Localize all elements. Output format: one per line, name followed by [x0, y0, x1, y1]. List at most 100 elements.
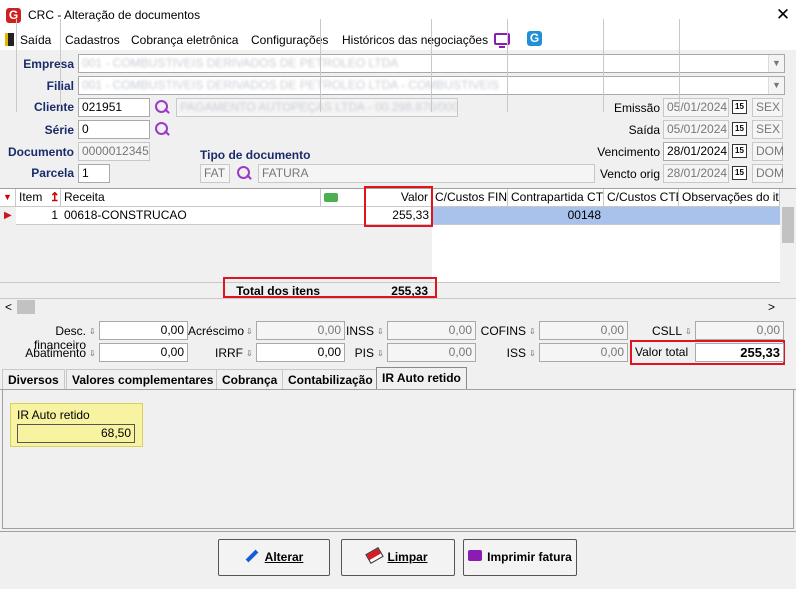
- cell-ccfin[interactable]: [432, 207, 508, 224]
- parcela-input[interactable]: 1: [78, 164, 110, 183]
- cell-receita[interactable]: 00618-CONSTRUCAO: [61, 207, 321, 224]
- tab-ir-auto-retido[interactable]: IR Auto retido: [376, 367, 467, 390]
- menu-configuracoes[interactable]: Configurações: [251, 33, 328, 47]
- arrow-down-icon: ⇩: [685, 327, 692, 336]
- documento-field: 0000012345: [78, 142, 150, 161]
- cliente-code-input[interactable]: 021951: [78, 98, 150, 117]
- arrow-down-icon: ⇩: [377, 349, 384, 358]
- iss-field: 0,00: [539, 343, 628, 362]
- search-icon[interactable]: [236, 165, 252, 181]
- chevron-down-icon[interactable]: ▼: [768, 55, 784, 72]
- parcela-label: Parcela: [31, 166, 74, 180]
- cell-ccctb[interactable]: [604, 207, 679, 224]
- header-item[interactable]: Item ↥: [16, 189, 61, 207]
- arrow-down-icon: ⇩: [377, 327, 384, 336]
- grid-hscrollbar[interactable]: [0, 298, 796, 316]
- ir-auto-retido-label: IR Auto retido: [17, 408, 90, 422]
- ir-auto-retido-input[interactable]: 68,50: [17, 424, 135, 443]
- arrow-down-icon: ⇩: [246, 349, 253, 358]
- hscroll-thumb[interactable]: [17, 300, 35, 314]
- highlight-valor: [364, 186, 433, 227]
- grid-line: [431, 19, 432, 112]
- cliente-label: Cliente: [33, 100, 74, 114]
- empresa-value: 001 - COMBUSTIVEIS DERIVADOS DE PETROLEO…: [82, 56, 399, 70]
- header-item-label: Item: [19, 190, 43, 204]
- grid-line: [679, 19, 680, 112]
- grid-vscrollbar[interactable]: [780, 189, 796, 300]
- pencil-icon: [245, 549, 259, 563]
- sort-up-icon: ↥: [49, 190, 60, 204]
- emissao-label: Emissão: [613, 101, 660, 115]
- saida-field: 05/01/2024: [663, 120, 729, 139]
- g-app-icon[interactable]: G: [527, 31, 542, 46]
- header-ccctb[interactable]: C/Custos CTB: [604, 189, 679, 207]
- imprimir-fatura-label: Imprimir fatura: [487, 550, 572, 564]
- grid-line: [603, 19, 604, 112]
- cofins-field: 0,00: [539, 321, 628, 340]
- abatimento-input[interactable]: 0,00: [99, 343, 188, 362]
- empresa-label: Empresa: [23, 57, 74, 71]
- chevron-down-icon[interactable]: ▼: [768, 77, 784, 94]
- menu-saida[interactable]: Saída: [20, 33, 51, 47]
- calendar-icon[interactable]: 15: [732, 144, 747, 158]
- search-icon[interactable]: [154, 99, 170, 115]
- desc-financeiro-input[interactable]: 0,00: [99, 321, 188, 340]
- csll-field: 0,00: [695, 321, 784, 340]
- tab-valores-complementares[interactable]: Valores complementares: [66, 369, 220, 390]
- serie-input[interactable]: 0: [78, 120, 150, 139]
- calendar-icon[interactable]: 15: [732, 166, 747, 180]
- arrow-down-icon: ⇩: [89, 349, 96, 358]
- app-logo-icon: G: [6, 8, 21, 23]
- arrow-down-icon: ⇩: [246, 327, 253, 336]
- saida-day: SEX: [752, 120, 783, 139]
- vencto-orig-day: DOM: [752, 164, 784, 183]
- eraser-icon: [365, 547, 385, 565]
- vencto-orig-label: Vencto orig: [599, 167, 660, 181]
- irrf-input[interactable]: 0,00: [256, 343, 345, 362]
- acrescimo-label: Acréscimo: [188, 324, 245, 338]
- tab-cobranca[interactable]: Cobrança: [216, 369, 284, 390]
- tab-diversos[interactable]: Diversos: [2, 369, 65, 390]
- arrow-down-icon: ⇩: [529, 349, 536, 358]
- menu-cadastros[interactable]: Cadastros: [65, 33, 120, 47]
- pis-label: PIS: [354, 346, 374, 360]
- scroll-right-icon[interactable]: >: [768, 300, 775, 314]
- imprimir-fatura-button[interactable]: Imprimir fatura: [463, 539, 577, 576]
- tipo-documento-name: FATURA: [258, 164, 595, 183]
- grid-empty-area: [16, 224, 432, 282]
- sort-down-icon[interactable]: ▼: [0, 189, 16, 207]
- cliente-name-field: PAGAMENTO AUTOPEÇAS LTDA - 00.298.870/00…: [176, 98, 458, 117]
- search-icon[interactable]: [154, 121, 170, 137]
- acrescimo-field: 0,00: [256, 321, 345, 340]
- tipo-documento-code: FAT: [200, 164, 230, 183]
- cell-item[interactable]: 1: [16, 207, 61, 224]
- calendar-icon[interactable]: 15: [732, 122, 747, 136]
- arrow-down-icon: ⇩: [529, 327, 536, 336]
- cliente-name-value: PAGAMENTO AUTOPEÇAS LTDA - 00.298.870/00…: [180, 100, 458, 114]
- scroll-left-icon[interactable]: <: [5, 300, 12, 314]
- close-icon[interactable]: ✕: [774, 5, 792, 25]
- grid-vscroll-thumb[interactable]: [782, 207, 794, 243]
- header-receita[interactable]: Receita: [61, 189, 321, 207]
- vencto-orig-field: 28/01/2024: [663, 164, 729, 183]
- vencimento-input[interactable]: 28/01/2024: [663, 142, 729, 161]
- tab-contabilizacao[interactable]: Contabilização: [282, 369, 379, 390]
- header-contrapartida[interactable]: Contrapartida CTB: [508, 189, 604, 207]
- cofins-label: COFINS: [480, 324, 526, 338]
- menu-historicos[interactable]: Históricos das negociações: [342, 33, 488, 47]
- grid-line: [320, 19, 321, 112]
- filial-label: Filial: [0, 79, 74, 93]
- alterar-button[interactable]: Alterar: [218, 539, 330, 576]
- menu-bar: Saída Cadastros Cobrança eletrônica Conf…: [0, 30, 796, 50]
- exit-door-icon: [5, 33, 14, 46]
- cell-obs[interactable]: [679, 207, 780, 224]
- window-title: CRC - Alteração de documentos: [28, 8, 201, 22]
- calendar-icon[interactable]: 15: [732, 100, 747, 114]
- cell-contrapartida[interactable]: 00148: [508, 207, 604, 224]
- header-ccfin[interactable]: C/Custos FIN: [432, 189, 508, 207]
- menu-cobranca-eletronica[interactable]: Cobrança eletrônica: [131, 33, 238, 47]
- printer-icon: [468, 550, 483, 562]
- tipo-documento-label: Tipo de documento: [200, 148, 311, 162]
- limpar-button[interactable]: Limpar: [341, 539, 455, 576]
- header-obs[interactable]: Observações do item: [679, 189, 780, 207]
